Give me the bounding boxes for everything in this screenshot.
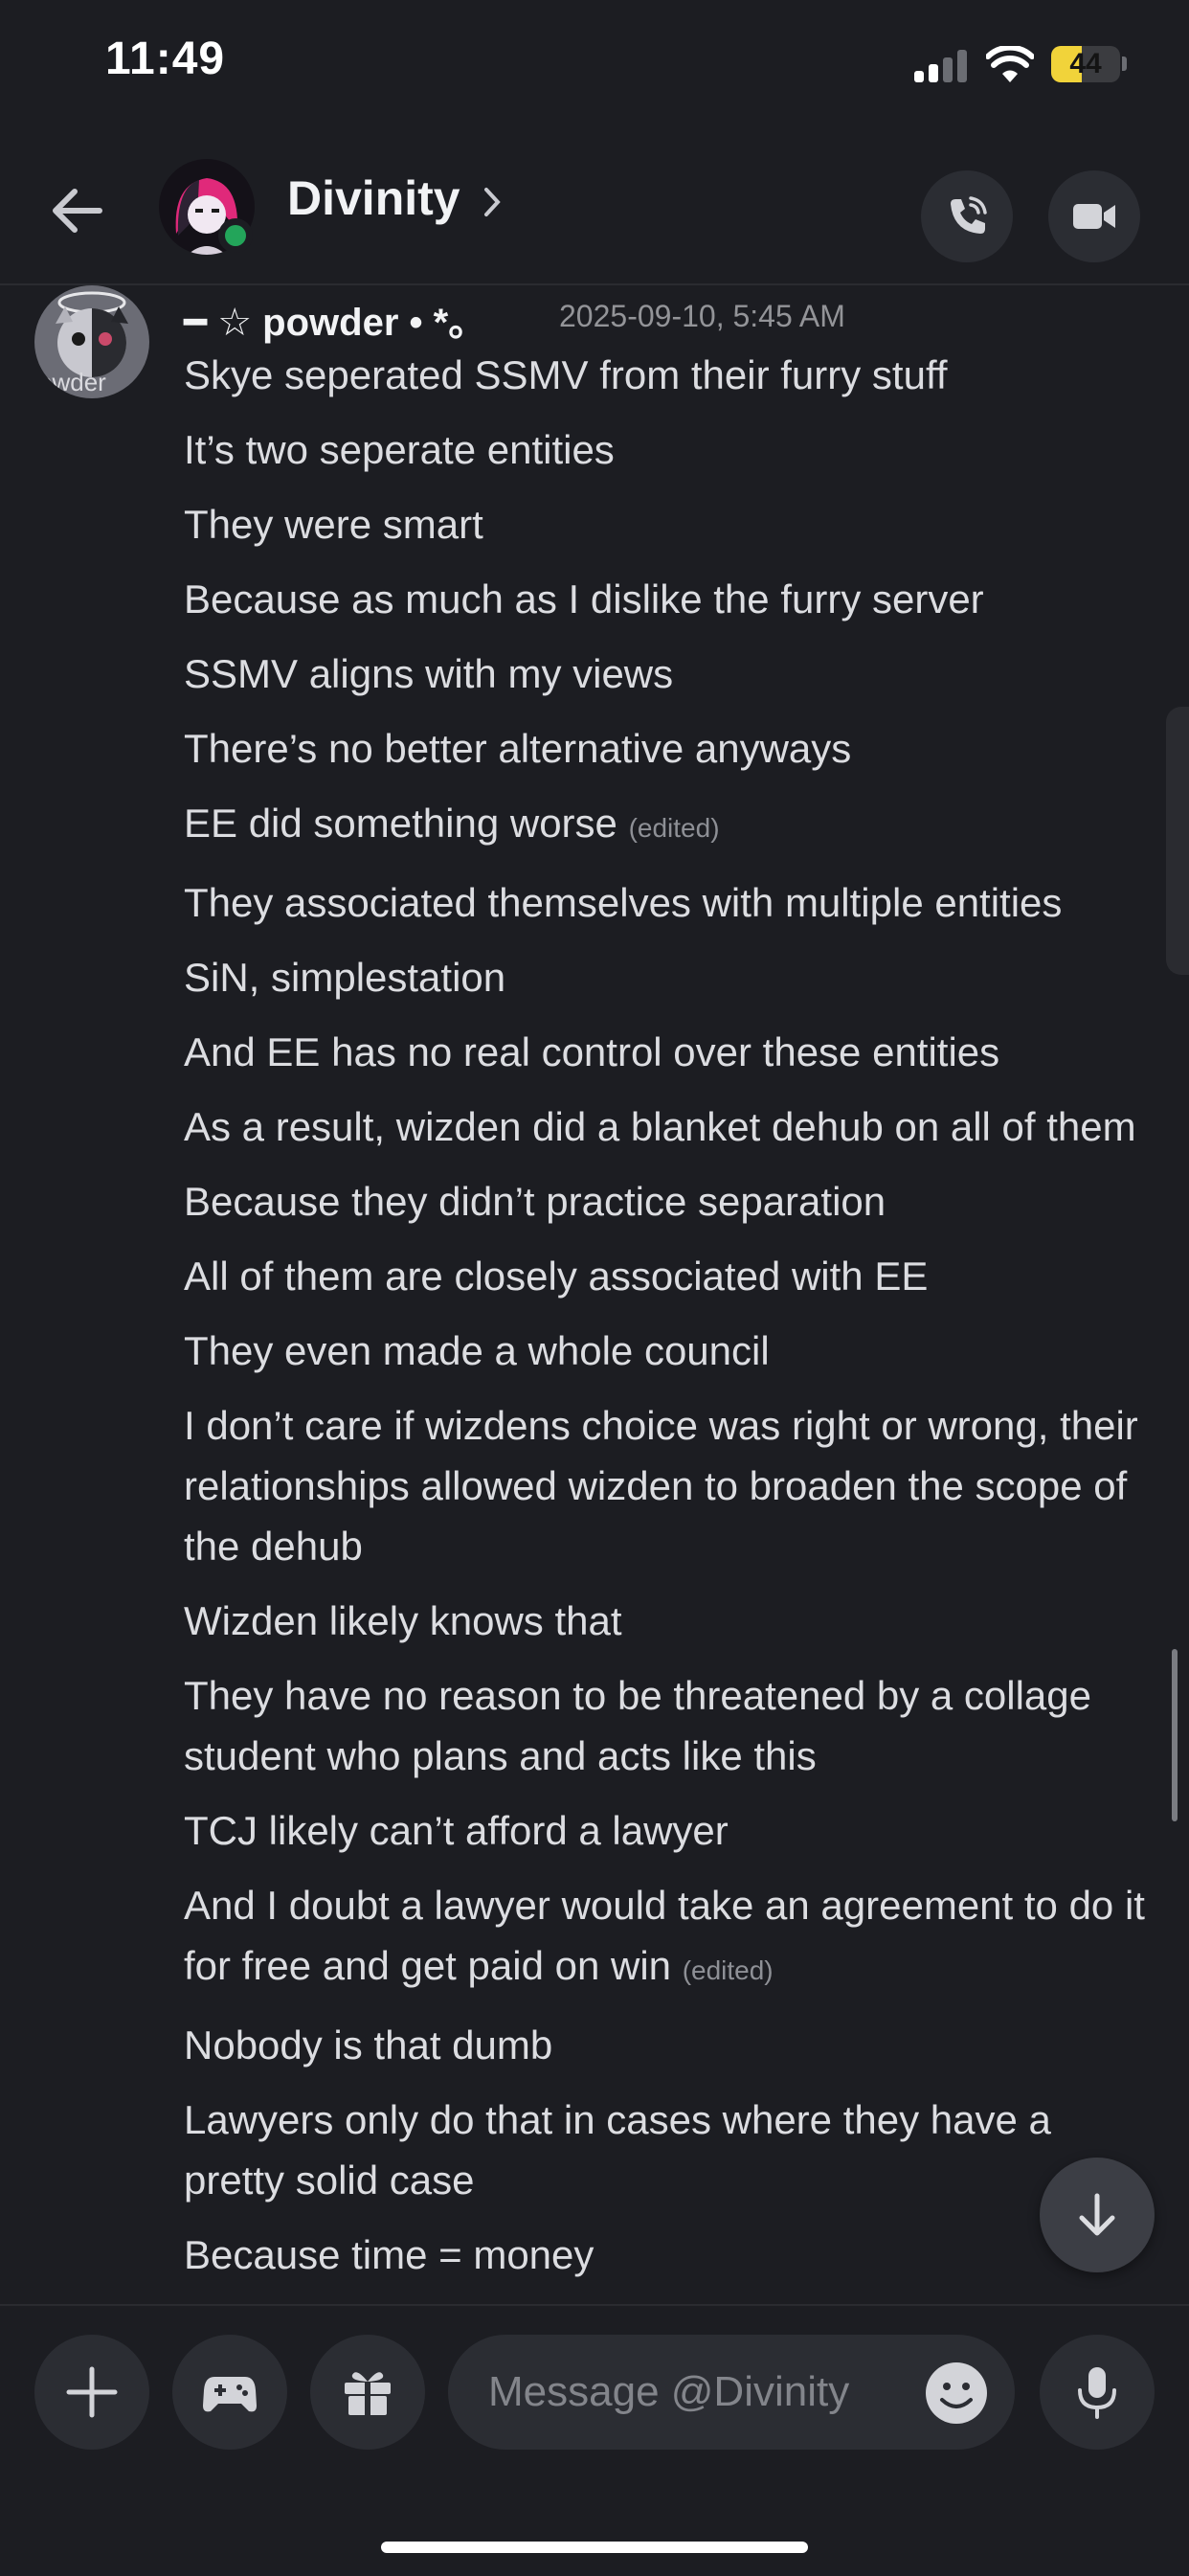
message-content: Skye seperated SSMV from their furry stu… <box>184 345 1160 2299</box>
message-timestamp: 2025-09-10, 5:45 AM <box>559 299 845 333</box>
plus-icon <box>66 2366 118 2418</box>
message-line[interactable]: There’s no better alternative anyways <box>184 718 1160 779</box>
attach-button[interactable] <box>34 2335 149 2450</box>
message-line[interactable]: Lawyers only do that in cases where they… <box>184 2090 1160 2210</box>
message-line[interactable]: Because as much as I dislike the furry s… <box>184 569 1160 629</box>
online-status-icon <box>218 218 253 253</box>
message-line[interactable]: Because they didn’t practice separation <box>184 1171 1160 1232</box>
message-line[interactable]: As a result, wizden did a blanket dehub … <box>184 1096 1160 1157</box>
message-input-container[interactable] <box>448 2335 1015 2450</box>
message-input[interactable] <box>488 2335 871 2450</box>
wifi-icon <box>986 46 1034 82</box>
message-line[interactable]: Wizden likely knows that <box>184 1591 1160 1651</box>
message-line-text: They even made a whole council <box>184 1328 770 1373</box>
chat-header: Divinity <box>0 134 1189 285</box>
video-camera-icon <box>1073 204 1115 229</box>
message-line-text: SSMV aligns with my views <box>184 651 674 696</box>
message-line-text: As a result, wizden did a blanket dehub … <box>184 1104 1136 1149</box>
side-drawer-handle[interactable] <box>1166 707 1189 975</box>
message-line-text: Skye seperated SSMV from their furry stu… <box>184 352 948 397</box>
message-line-text: I don’t care if wizdens choice was right… <box>184 1403 1138 1569</box>
video-call-button[interactable] <box>1048 170 1140 262</box>
phone-icon <box>951 196 987 234</box>
message-avatar[interactable]: owder <box>34 285 149 398</box>
activities-button[interactable] <box>172 2335 287 2450</box>
cellular-signal-icon <box>914 50 968 82</box>
message-line[interactable]: And I doubt a lawyer would take an agree… <box>184 1875 1160 2000</box>
microphone-icon <box>1078 2367 1116 2419</box>
message-line-text: Lawyers only do that in cases where they… <box>184 2097 1051 2203</box>
status-time: 11:49 <box>105 34 226 84</box>
gift-button[interactable] <box>310 2335 425 2450</box>
jump-to-present-button[interactable] <box>1040 2158 1155 2272</box>
message-line-text: And I doubt a lawyer would take an agree… <box>184 1883 1145 1988</box>
message-line-text: Because they didn’t practice separation <box>184 1179 886 1224</box>
message-line-text: They were smart <box>184 502 483 547</box>
message-line[interactable]: And EE has no real control over these en… <box>184 1022 1160 1082</box>
back-arrow-icon[interactable] <box>40 172 117 249</box>
message-line-text: Because as much as I dislike the furry s… <box>184 576 984 621</box>
message-line-text: It’s two seperate entities <box>184 427 615 472</box>
message-line-text: Nobody is that dumb <box>184 2022 553 2068</box>
message-line-text: All of them are closely associated with … <box>184 1254 929 1299</box>
battery-icon: 44 <box>1051 46 1120 82</box>
message-line[interactable]: Nobody is that dumb <box>184 2015 1160 2075</box>
message-composer <box>0 2304 1189 2576</box>
message-line[interactable]: Skye seperated SSMV from their furry stu… <box>184 345 1160 405</box>
edited-indicator: (edited) <box>682 1955 774 1985</box>
arrow-down-icon <box>1079 2193 1115 2236</box>
message-line[interactable]: It’s two seperate entities <box>184 419 1160 480</box>
message-line[interactable]: They associated themselves with multiple… <box>184 872 1160 933</box>
channel-name[interactable]: Divinity <box>287 170 460 226</box>
message-line-text: EE did something worse <box>184 801 617 846</box>
battery-percent: 44 <box>1069 48 1102 79</box>
emoji-icon[interactable] <box>923 2360 990 2427</box>
message-line[interactable]: They have no reason to be threatened by … <box>184 1665 1160 1786</box>
message-line[interactable]: All of them are closely associated with … <box>184 1246 1160 1306</box>
gift-icon <box>345 2372 391 2415</box>
message-author[interactable]: ━ ☆ powder • *。 <box>184 291 486 347</box>
voice-call-button[interactable] <box>921 170 1013 262</box>
message-line-text: There’s no better alternative anyways <box>184 726 852 771</box>
voice-message-button[interactable] <box>1040 2335 1155 2450</box>
message-line[interactable]: They even made a whole council <box>184 1321 1160 1381</box>
scrollbar[interactable] <box>1172 1649 1178 1821</box>
chevron-right-icon[interactable] <box>479 180 507 224</box>
home-indicator <box>381 2542 808 2553</box>
message-line-text: Because time = money <box>184 2232 594 2277</box>
message-list[interactable]: owder ━ ☆ powder • *。 2025-09-10, 5:45 A… <box>0 285 1189 2304</box>
message-line-text: Wizden likely knows that <box>184 1598 622 1643</box>
message-line-text: And EE has no real control over these en… <box>184 1029 1000 1074</box>
message-line[interactable]: Because time = money <box>184 2225 1160 2285</box>
avatar-caption: owder <box>38 368 106 396</box>
message-line[interactable]: They were smart <box>184 494 1160 554</box>
message-line[interactable]: I don’t care if wizdens choice was right… <box>184 1395 1160 1576</box>
gamepad-icon <box>203 2377 257 2412</box>
status-bar: 11:49 44 <box>0 0 1189 134</box>
message-line[interactable]: TCJ likely can’t afford a lawyer <box>184 1800 1160 1861</box>
message-line-text: They associated themselves with multiple… <box>184 880 1063 925</box>
message-line[interactable]: SiN, simplestation <box>184 947 1160 1007</box>
message-line[interactable]: EE did something worse (edited) <box>184 793 1160 858</box>
message-line-text: SiN, simplestation <box>184 955 506 1000</box>
message-line-text: They have no reason to be threatened by … <box>184 1673 1091 1778</box>
edited-indicator: (edited) <box>628 813 720 843</box>
message-line-text: TCJ likely can’t afford a lawyer <box>184 1808 729 1853</box>
message-line[interactable]: SSMV aligns with my views <box>184 644 1160 704</box>
